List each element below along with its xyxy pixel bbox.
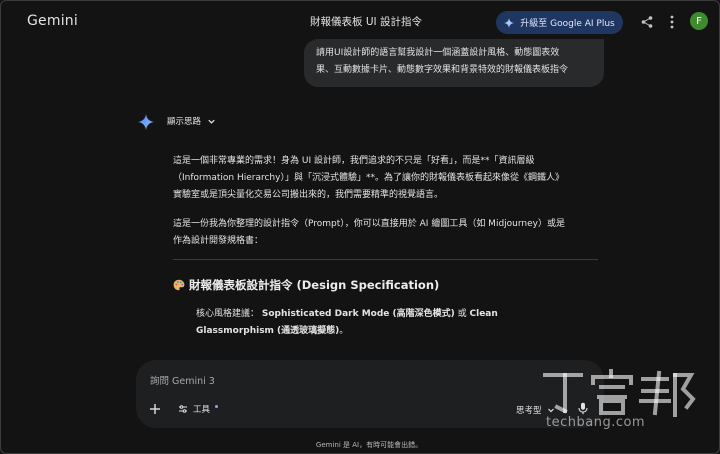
user-prompt-bubble: 請用UI設計師的語言幫我設計一個涵蓋設計風格、動態圖表效 果、互動數據卡片、動態… xyxy=(304,39,604,87)
bullet-line: Glassmorphism (通透玻璃擬態)。 xyxy=(196,323,516,340)
top-bar: Gemini 財報儀表板 UI 設計指令 升級至 Google AI Plus … xyxy=(1,1,719,43)
more-vertical-icon[interactable] xyxy=(665,14,679,30)
mode-label: 思考型 xyxy=(516,406,542,416)
response-line: 這是一份我為你整理的設計指令（Prompt），你可以直接用於 AI 繪圖工具（如… xyxy=(173,219,565,229)
upgrade-button[interactable]: 升級至 Google AI Plus xyxy=(496,11,623,34)
section-divider xyxy=(173,259,598,260)
chevron-down-icon xyxy=(208,119,215,124)
bullet-connector: 或 xyxy=(454,309,470,319)
sparkle-icon xyxy=(504,17,515,28)
bullet-prefix: 核心風格建議： xyxy=(196,309,260,319)
share-icon[interactable] xyxy=(640,15,654,29)
tools-button[interactable]: 工具 xyxy=(178,403,219,415)
thinking-label: 顯示思路 xyxy=(167,117,202,127)
style-recommendation: 核心風格建議： Sophisticated Dark Mode (高階深色模式)… xyxy=(196,306,516,340)
response-line: （Information Hierarchy）」與「沉浸式體驗」**。為了讓你的… xyxy=(173,173,564,183)
ai-disclaimer: Gemini 是 AI，有時可能會出錯。 xyxy=(315,441,423,449)
tools-label: 工具 xyxy=(193,405,211,415)
bullet-end: 。 xyxy=(339,326,349,336)
user-avatar[interactable]: F xyxy=(690,12,708,30)
bullet-line: 核心風格建議： Sophisticated Dark Mode (高階深色模式)… xyxy=(196,306,516,323)
user-prompt-line: 果、互動數據卡片、動態數字效果和背景特效的財報儀表板指令 xyxy=(316,65,569,75)
bullet-emphasis: Sophisticated Dark Mode (高階深色模式) xyxy=(261,309,455,319)
watermark-url: techbang.com xyxy=(546,415,646,430)
user-prompt-line: 請用UI設計師的語言幫我設計一個涵蓋設計風格、動態圖表效 xyxy=(316,48,560,58)
techbang-watermark-logo xyxy=(543,369,696,417)
response-line: 作為設計開發規格書： xyxy=(173,236,264,246)
gemini-spark-icon xyxy=(138,114,154,130)
response-paragraph: 這是一份我為你整理的設計指令（Prompt），你可以直接用於 AI 繪圖工具（如… xyxy=(173,216,603,250)
response-line: 這是一個非常專業的需求！身為 UI 設計師，我們追求的不只是「好看」，而是**「… xyxy=(173,156,535,166)
prompt-input-box[interactable]: 詢問 Gemini 3 工具 思考型 xyxy=(136,360,604,428)
plus-icon[interactable] xyxy=(149,403,161,415)
response-line: 實驗室或是頂尖量化交易公司搬出來的，我們需要精準的視覺語言。 xyxy=(173,190,444,200)
gemini-window: Gemini 財報儀表板 UI 設計指令 升級至 Google AI Plus … xyxy=(0,0,720,454)
section-title-text: 財報儀表板設計指令 (Design Specification) xyxy=(189,278,440,292)
bullet-emphasis: Glassmorphism (通透玻璃擬態) xyxy=(196,326,340,336)
prompt-input-placeholder[interactable]: 詢問 Gemini 3 xyxy=(150,373,215,387)
new-badge-dot xyxy=(215,404,219,408)
palette-icon xyxy=(173,279,185,291)
bullet-emphasis: Clean xyxy=(469,309,498,319)
response-paragraph: 這是一個非常專業的需求！身為 UI 設計師，我們追求的不只是「好看」，而是**「… xyxy=(173,153,603,204)
tools-sliders-icon xyxy=(179,405,187,413)
upgrade-label: 升級至 Google AI Plus xyxy=(520,19,615,29)
show-thinking-toggle[interactable]: 顯示思路 xyxy=(167,115,216,127)
section-heading: 財報儀表板設計指令 (Design Specification) xyxy=(173,277,439,293)
